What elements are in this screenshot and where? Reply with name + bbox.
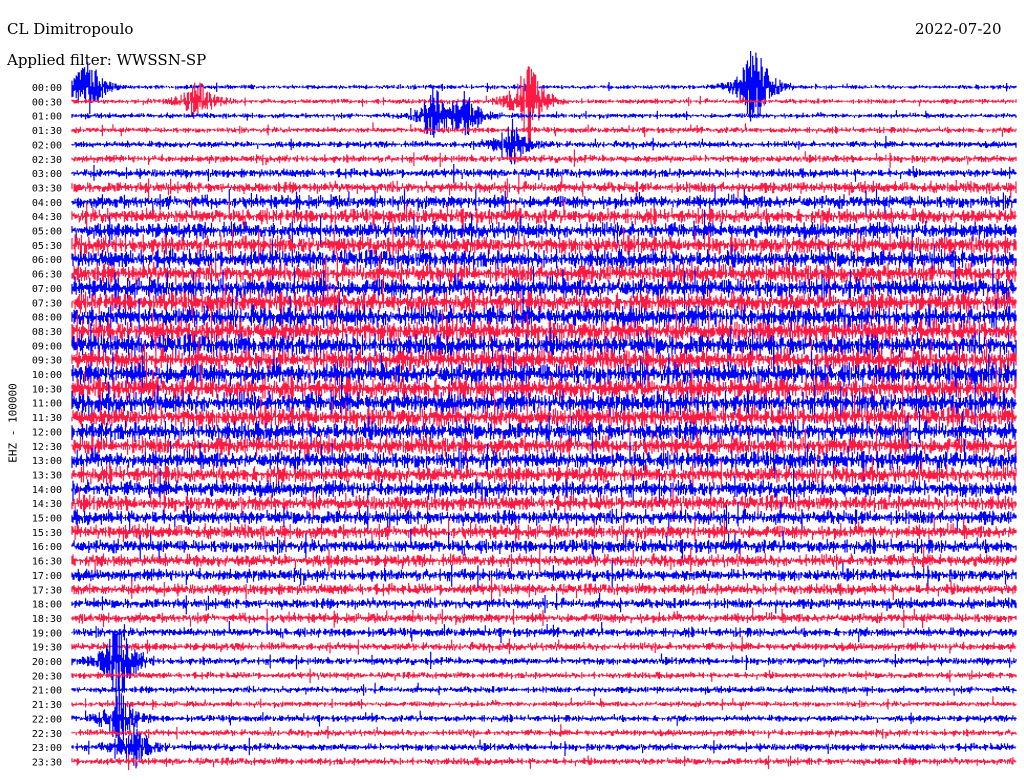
time-tick-label: 01:30: [32, 126, 62, 137]
time-tick-label: 03:00: [32, 169, 62, 180]
time-tick-label: 17:30: [32, 585, 62, 596]
time-tick-label: 06:30: [32, 270, 62, 281]
time-tick-label: 08:30: [32, 327, 62, 338]
time-tick-label: 19:30: [32, 643, 62, 654]
time-tick-label: 07:00: [32, 284, 62, 295]
time-tick-label: 12:00: [32, 427, 62, 438]
trace-row-0130: [71, 122, 1017, 138]
time-tick-label: 18:30: [32, 614, 62, 625]
time-tick-label: 00:30: [32, 97, 62, 108]
time-tick-label: 20:30: [32, 671, 62, 682]
time-tick-label: 22:00: [32, 714, 62, 725]
time-tick-label: 11:00: [32, 399, 62, 410]
trace-row-1930: [71, 636, 1017, 655]
time-tick-label: 09:30: [32, 356, 62, 367]
time-tick-label: 13:30: [32, 470, 62, 481]
time-tick-label: 01:00: [32, 112, 62, 123]
time-tick-label: 23:30: [32, 757, 62, 768]
trace-row-2200: [71, 686, 1017, 748]
trace-row-1800: [71, 592, 1017, 615]
time-tick-label: 19:00: [32, 628, 62, 639]
trace-row-2230: [71, 724, 1017, 740]
time-tick-label: 13:00: [32, 456, 62, 467]
time-tick-label: 10:30: [32, 384, 62, 395]
time-tick-label: 22:30: [32, 729, 62, 740]
time-tick-label: 06:00: [32, 255, 62, 266]
trace-row-0000: [71, 51, 1017, 122]
trace-row-2100: [71, 682, 1017, 697]
time-tick-label: 14:00: [32, 485, 62, 496]
time-tick-label: 23:00: [32, 743, 62, 754]
trace-row-1730: [71, 577, 1017, 603]
time-tick-label: 05:00: [32, 227, 62, 238]
time-tick-label: 09:00: [32, 341, 62, 352]
time-tick-label: 11:30: [32, 413, 62, 424]
trace-row-2130: [71, 696, 1017, 711]
time-tick-label: 14:30: [32, 499, 62, 510]
time-tick-label: 02:30: [32, 155, 62, 166]
time-tick-label: 05:30: [32, 241, 62, 252]
trace-row-1900: [71, 620, 1017, 644]
trace-row-0400: [71, 187, 1017, 216]
trace-row-0330: [71, 175, 1017, 199]
time-tick-label: 21:00: [32, 686, 62, 697]
time-tick-label: 02:00: [32, 140, 62, 151]
time-tick-label: 00:00: [32, 83, 62, 94]
time-tick-label: 17:00: [32, 571, 62, 582]
time-tick-label: 20:00: [32, 657, 62, 668]
time-tick-labels: 00:00 00:30 01:00 01:30 02:00 02:30 03:00 03:30…: [32, 83, 62, 768]
time-tick-label: 03:30: [32, 183, 62, 194]
time-tick-label: 18:00: [32, 600, 62, 611]
time-tick-label: 07:30: [32, 298, 62, 309]
trace-row-0030: [71, 66, 1017, 152]
time-tick-label: 08:00: [32, 313, 62, 324]
time-tick-label: 21:30: [32, 700, 62, 711]
time-tick-label: 10:00: [32, 370, 62, 381]
helicorder-plot: 00:00 00:30 01:00 01:30 02:00 02:30 03:00 03:30…: [32, 51, 1017, 771]
time-tick-label: 12:30: [32, 442, 62, 453]
trace-row-0300: [71, 164, 1017, 184]
trace-row-2000: [71, 629, 1017, 711]
trace-row-2330: [71, 753, 1017, 771]
trace-group: [71, 51, 1017, 771]
trace-row-2030: [71, 668, 1017, 684]
time-tick-label: 15:30: [32, 528, 62, 539]
trace-row-0230: [71, 149, 1017, 168]
time-tick-label: 15:00: [32, 514, 62, 525]
time-tick-label: 16:30: [32, 557, 62, 568]
time-tick-label: 16:00: [32, 542, 62, 553]
time-tick-label: 04:00: [32, 198, 62, 209]
time-tick-label: 04:30: [32, 212, 62, 223]
trace-row-1830: [71, 607, 1017, 629]
